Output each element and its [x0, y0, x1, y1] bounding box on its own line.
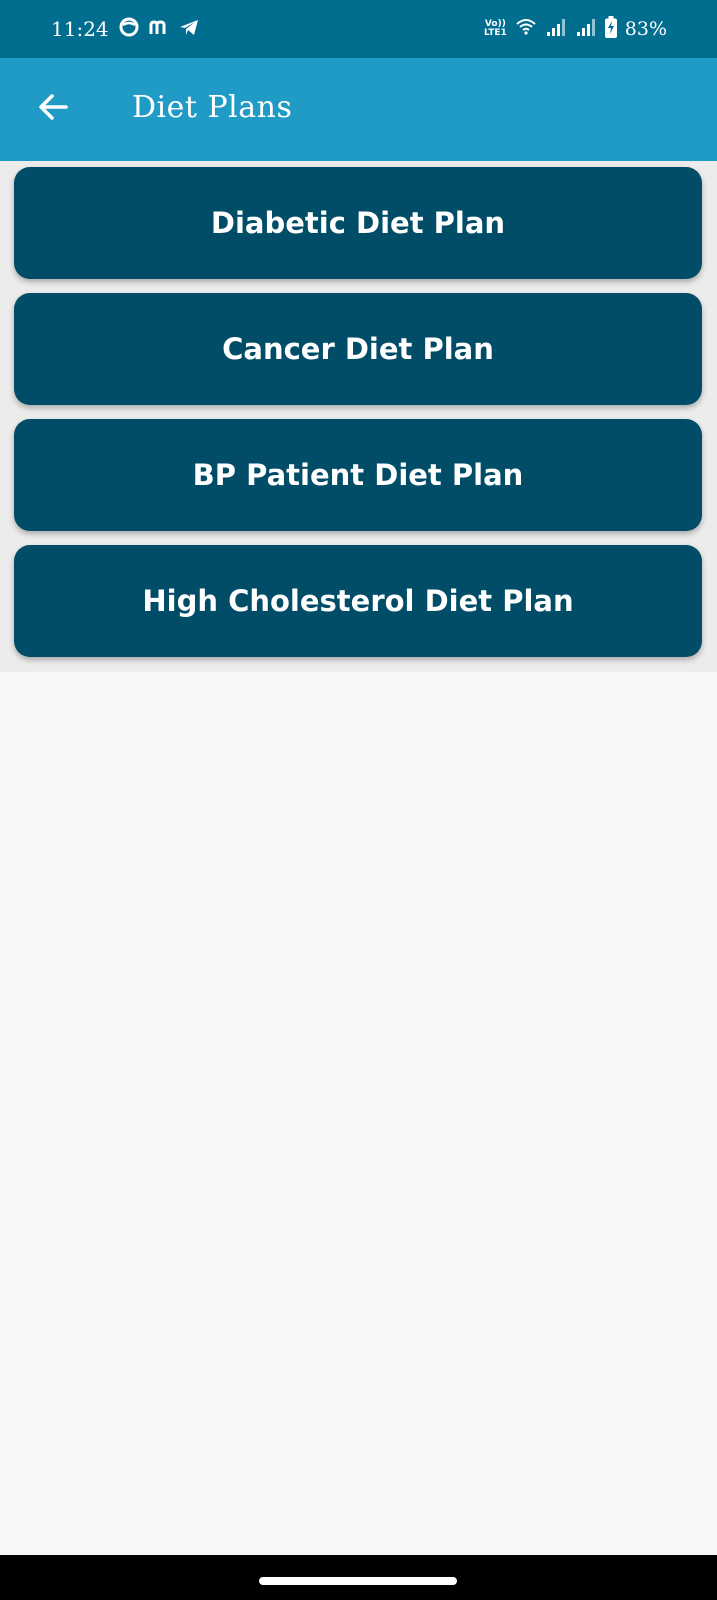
back-button[interactable]	[26, 82, 80, 136]
app-bar: Diet Plans	[0, 58, 717, 161]
signal-icon	[545, 17, 567, 41]
status-bar: 11:24 Vo)) LTE1 83%	[0, 0, 717, 58]
plan-label: Diabetic Diet Plan	[210, 206, 506, 240]
diabetic-diet-plan-button[interactable]: Diabetic Diet Plan	[14, 167, 702, 279]
telegram-icon	[178, 16, 200, 42]
volte-icon: Vo)) LTE1	[484, 20, 507, 38]
page-title: Diet Plans	[132, 90, 293, 125]
volte-label-bottom: LTE1	[483, 28, 507, 38]
bp-patient-diet-plan-button[interactable]: BP Patient Diet Plan	[14, 419, 702, 531]
plan-label: High Cholesterol Diet Plan	[142, 584, 574, 618]
cancer-diet-plan-button[interactable]: Cancer Diet Plan	[14, 293, 702, 405]
wifi-icon	[515, 17, 537, 41]
camera-ring-icon	[118, 16, 140, 42]
signal-icon	[575, 17, 597, 41]
diet-plans-list: Diabetic Diet Plan Cancer Diet Plan BP P…	[0, 161, 717, 672]
messenger-m-icon	[148, 16, 170, 42]
status-time: 11:24	[51, 17, 109, 41]
arrow-left-icon	[37, 93, 69, 125]
status-system-icons: Vo)) LTE1 83%	[484, 16, 667, 42]
home-gesture-handle[interactable]	[259, 1577, 457, 1585]
plan-label: Cancer Diet Plan	[222, 332, 494, 366]
battery-charging-icon	[604, 16, 617, 42]
status-notification-icons	[118, 17, 200, 41]
plan-label: BP Patient Diet Plan	[192, 458, 524, 492]
high-cholesterol-diet-plan-button[interactable]: High Cholesterol Diet Plan	[14, 545, 702, 657]
battery-percent: 83%	[624, 18, 667, 40]
